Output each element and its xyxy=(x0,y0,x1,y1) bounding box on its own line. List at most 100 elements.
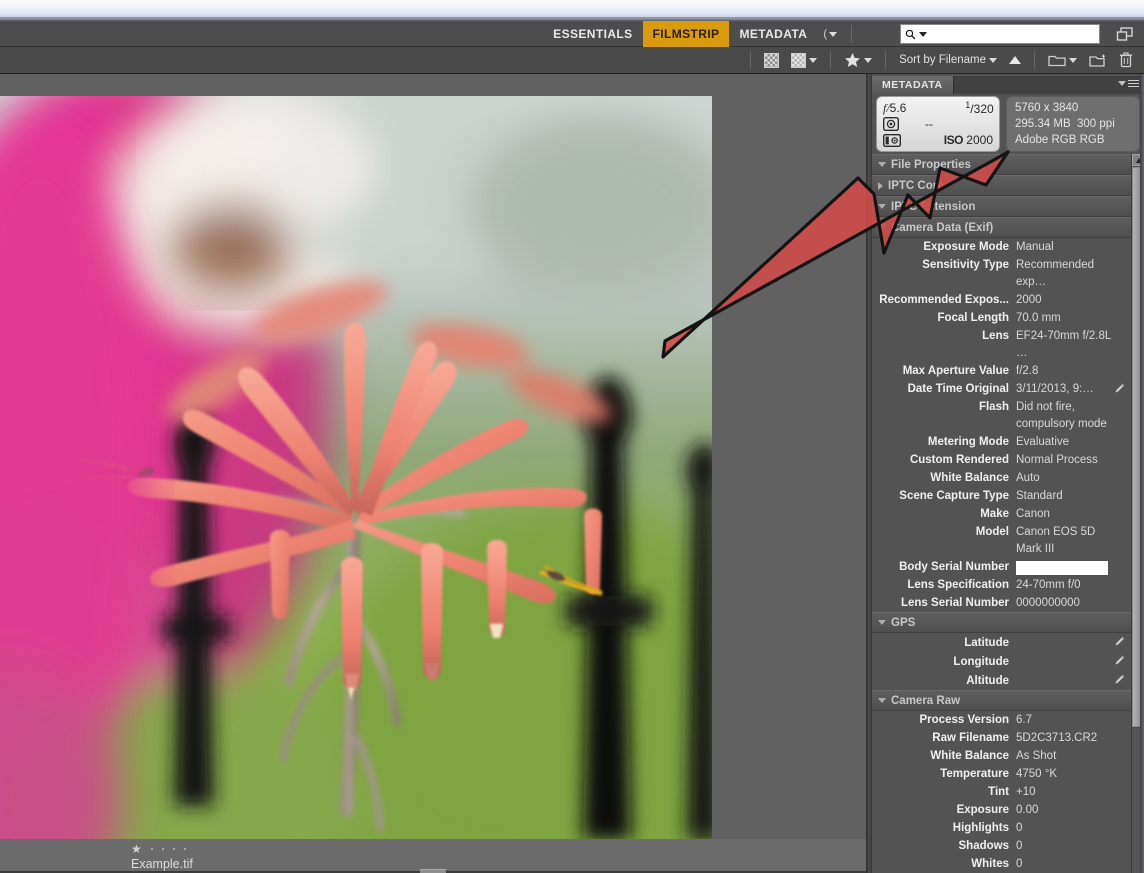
metadata-value[interactable]: Canon EOS 5D Mark III xyxy=(1016,524,1131,558)
star-filled-icon[interactable]: ★ xyxy=(131,843,142,855)
metadata-value-redacted[interactable] xyxy=(1016,561,1108,575)
metadata-value[interactable]: 5D2C3713.CR2 xyxy=(1016,730,1131,747)
search-icon xyxy=(905,29,916,39)
pencil-icon[interactable] xyxy=(1113,654,1126,667)
rating-dot-5[interactable] xyxy=(183,848,186,850)
workspace-tab-filmstrip[interactable]: FILMSTRIP xyxy=(642,21,730,47)
metadata-value[interactable]: 0000000000 xyxy=(1016,595,1131,612)
thumbnail-large-button[interactable] xyxy=(788,52,820,68)
metadata-row[interactable]: White Balance As Shot xyxy=(872,747,1131,765)
metadata-key: Whites xyxy=(971,858,1009,870)
metadata-row[interactable]: Highlights 0 xyxy=(872,819,1131,837)
metadata-row[interactable]: Model Canon EOS 5D Mark III xyxy=(872,523,1131,558)
panel-menu-button[interactable] xyxy=(1118,80,1139,87)
metadata-row[interactable]: Custom Rendered Normal Process xyxy=(872,451,1131,469)
metadata-value[interactable]: 0 xyxy=(1016,856,1131,873)
workspace-tab-essentials[interactable]: ESSENTIALS xyxy=(543,21,642,47)
pencil-icon[interactable] xyxy=(1113,673,1126,686)
metadata-row[interactable]: Latitude xyxy=(872,633,1131,652)
metadata-row[interactable]: Lens EF24-70mm f/2.8L … xyxy=(872,327,1131,362)
metadata-row[interactable]: Recommended Expos... 2000 xyxy=(872,291,1131,309)
metadata-value[interactable]: Evaluative xyxy=(1016,434,1131,451)
metadata-row[interactable]: Metering Mode Evaluative xyxy=(872,433,1131,451)
metadata-row[interactable]: Scene Capture Type Standard xyxy=(872,487,1131,505)
metadata-value[interactable]: As Shot xyxy=(1016,748,1131,765)
preview-image[interactable] xyxy=(0,96,712,840)
pencil-icon[interactable] xyxy=(1113,382,1126,395)
delete-button[interactable] xyxy=(1116,52,1136,68)
metadata-value[interactable]: f/2.8 xyxy=(1016,363,1131,380)
rating-widget[interactable]: ★ xyxy=(131,843,186,855)
rating-dot-4[interactable] xyxy=(172,848,175,850)
colormode-value: RGB xyxy=(1079,134,1105,146)
open-recent-button[interactable] xyxy=(1045,53,1080,67)
metadata-row[interactable]: Max Aperture Value f/2.8 xyxy=(872,362,1131,380)
metadata-section-header[interactable]: File Properties xyxy=(872,154,1131,175)
sort-button[interactable]: Sort by Filename xyxy=(896,54,1000,66)
thumbnail-small-button[interactable] xyxy=(761,52,782,68)
sort-direction-button[interactable] xyxy=(1006,56,1024,64)
tab-metadata[interactable]: METADATA xyxy=(872,76,954,94)
metadata-row[interactable]: Lens Specification 24-70mm f/0 xyxy=(872,576,1131,594)
filesize-resolution-row: 295.34 MB 300 ppi xyxy=(1015,116,1131,132)
window-arrange-button[interactable] xyxy=(1114,26,1136,43)
metadata-row[interactable]: Tint +10 xyxy=(872,783,1131,801)
metadata-row[interactable]: Make Canon xyxy=(872,505,1131,523)
metadata-section-header[interactable]: IPTC Core xyxy=(872,175,1131,196)
metadata-value[interactable]: 6.7 xyxy=(1016,712,1131,729)
metadata-row[interactable]: Lens Serial Number 0000000000 xyxy=(872,594,1131,612)
metadata-value[interactable]: Standard xyxy=(1016,488,1131,505)
metadata-value[interactable]: EF24-70mm f/2.8L … xyxy=(1016,328,1131,362)
rating-dot-2[interactable] xyxy=(150,848,153,850)
metadata-row[interactable]: Longitude xyxy=(872,652,1131,671)
metadata-value[interactable]: Canon xyxy=(1016,506,1131,523)
metadata-row[interactable]: Temperature 4750 °K xyxy=(872,765,1131,783)
exposure-comp-row: -- xyxy=(883,116,993,132)
panel-resize-handle[interactable] xyxy=(420,869,446,873)
metadata-list[interactable]: File Properties IPTC Core IPTC Extension Ca… xyxy=(872,154,1131,873)
pencil-icon[interactable] xyxy=(1113,635,1126,648)
metadata-value[interactable]: 70.0 mm xyxy=(1016,310,1131,327)
metadata-row[interactable]: Shadows 0 xyxy=(872,837,1131,855)
workspace-overflow[interactable]: ( xyxy=(817,21,847,47)
metadata-row[interactable]: White Balance Auto xyxy=(872,469,1131,487)
metadata-value[interactable]: Recommended exp… xyxy=(1016,257,1131,291)
metadata-row[interactable]: Date Time Original 3/11/2013, 9:… xyxy=(872,380,1131,398)
metadata-value[interactable]: Did not fire, compulsory mode xyxy=(1016,399,1131,433)
new-folder-button[interactable] xyxy=(1086,53,1110,68)
new-folder-icon xyxy=(1089,53,1106,67)
workspace-tab-metadata[interactable]: METADATA xyxy=(729,21,817,47)
metadata-value[interactable]: 0.00 xyxy=(1016,802,1131,819)
metadata-value[interactable]: 4750 °K xyxy=(1016,766,1131,783)
metadata-section-header[interactable]: Camera Raw xyxy=(872,690,1131,711)
metadata-section-header[interactable]: GPS xyxy=(872,612,1131,633)
metadata-value[interactable]: +10 xyxy=(1016,784,1131,801)
metadata-value[interactable]: Normal Process xyxy=(1016,452,1131,469)
metadata-row[interactable]: Raw Filename 5D2C3713.CR2 xyxy=(872,729,1131,747)
metadata-value[interactable]: 0 xyxy=(1016,838,1131,855)
metadata-value[interactable]: 0 xyxy=(1016,820,1131,837)
metadata-section-header[interactable]: IPTC Extension xyxy=(872,196,1131,217)
metadata-value[interactable]: Manual xyxy=(1016,239,1131,256)
metadata-value[interactable]: 2000 xyxy=(1016,292,1131,309)
metadata-value[interactable]: Auto xyxy=(1016,470,1131,487)
metadata-row[interactable]: Process Version 6.7 xyxy=(872,711,1131,729)
metadata-row[interactable]: Altitude xyxy=(872,671,1131,690)
metadata-row[interactable]: Exposure Mode Manual xyxy=(872,238,1131,256)
toolbar-divider xyxy=(1034,51,1035,69)
search-box[interactable] xyxy=(900,24,1100,44)
metadata-row[interactable]: Body Serial Number xyxy=(872,558,1131,576)
metadata-row[interactable]: Whites 0 xyxy=(872,855,1131,873)
metadata-key: Highlights xyxy=(952,822,1009,834)
metadata-value[interactable]: 24-70mm f/0 xyxy=(1016,577,1131,594)
metadata-section-header[interactable]: Camera Data (Exif) xyxy=(872,217,1131,238)
metadata-row[interactable]: Exposure 0.00 xyxy=(872,801,1131,819)
search-input[interactable] xyxy=(930,28,1095,40)
metadata-row[interactable]: Flash Did not fire, compulsory mode xyxy=(872,398,1131,433)
metadata-row[interactable]: Sensitivity Type Recommended exp… xyxy=(872,256,1131,291)
search-dropdown-icon[interactable] xyxy=(919,31,928,37)
filter-button[interactable] xyxy=(841,52,875,68)
rating-dot-3[interactable] xyxy=(161,848,164,850)
star-filter-icon xyxy=(845,53,861,67)
metadata-row[interactable]: Focal Length 70.0 mm xyxy=(872,309,1131,327)
